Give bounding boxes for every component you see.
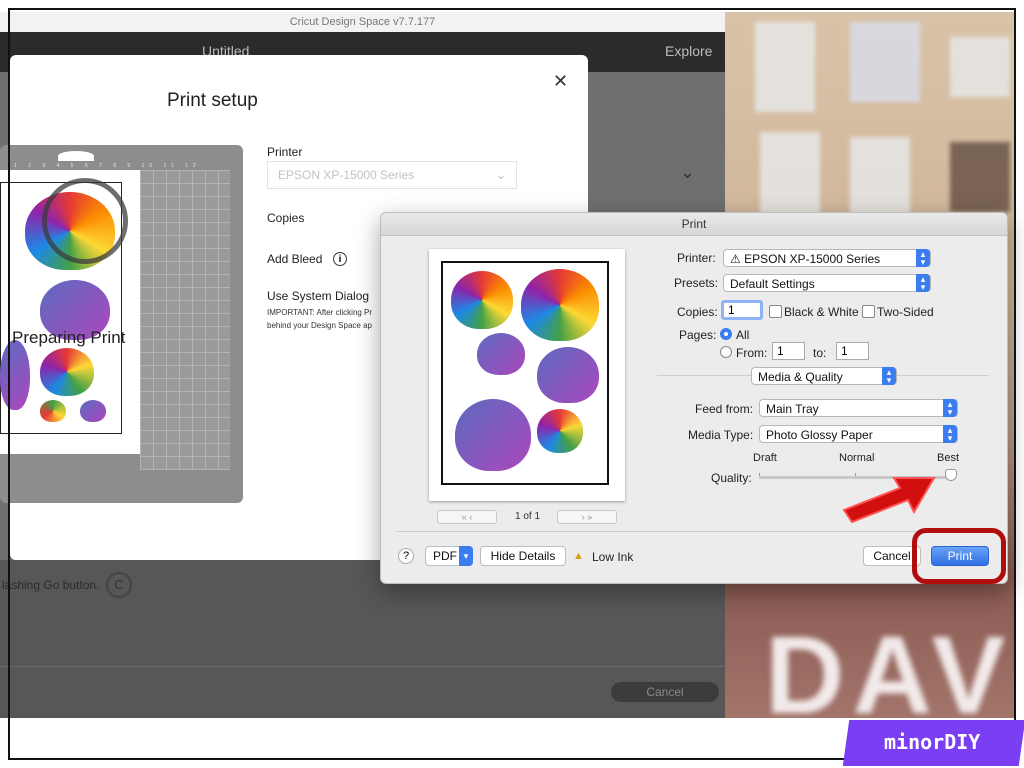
media-type-select[interactable]: Photo Glossy Paper ▴ ▾ bbox=[759, 425, 958, 443]
mat-ruler: 1 2 3 4 5 6 7 8 9 10 11 12 bbox=[14, 163, 201, 169]
updown-arrows-icon: ▴ ▾ bbox=[943, 399, 957, 417]
print-dialog-title: Print bbox=[381, 213, 1007, 236]
printer-select-value: ⚠ EPSON XP-15000 Series bbox=[730, 252, 881, 266]
feed-from-label: Feed from: bbox=[695, 402, 754, 416]
chevron-down-icon: ▾ bbox=[459, 546, 473, 566]
feed-from-value: Main Tray bbox=[766, 402, 819, 416]
to-label: to: bbox=[813, 346, 827, 360]
annotation-circle bbox=[912, 528, 1006, 584]
app-title-bar: Cricut Design Space v7.7.177 bbox=[0, 12, 725, 32]
copies-label: Copies bbox=[267, 211, 305, 225]
butterfly-image bbox=[40, 400, 66, 422]
cancel-button[interactable]: Cancel bbox=[611, 682, 719, 702]
all-pages-radio[interactable] bbox=[720, 328, 732, 340]
printer-select[interactable]: EPSON XP-15000 Series ⌄ bbox=[267, 161, 517, 189]
from-label: From: bbox=[736, 346, 768, 360]
updown-arrows-icon: ▴ ▾ bbox=[943, 425, 957, 443]
printer-select[interactable]: ⚠ EPSON XP-15000 Series ▴ ▾ bbox=[723, 249, 931, 267]
quality-label: Quality: bbox=[711, 471, 752, 485]
important-note-line2: behind your Design Space ap bbox=[267, 321, 372, 330]
loading-spinner bbox=[42, 178, 128, 264]
quality-normal-label: Normal bbox=[839, 452, 875, 464]
butterfly-image bbox=[537, 409, 583, 453]
system-dialog-label: Use System Dialog bbox=[267, 289, 370, 303]
printer-label: Printer bbox=[267, 145, 303, 159]
to-page-input[interactable]: 1 bbox=[836, 342, 869, 360]
butterfly-image bbox=[521, 269, 599, 341]
pdf-label: PDF bbox=[433, 549, 457, 563]
butterfly-image bbox=[40, 348, 94, 396]
printer-select-value: EPSON XP-15000 Series bbox=[278, 168, 415, 182]
help-icon[interactable]: ? bbox=[398, 548, 414, 564]
presets-label: Presets: bbox=[674, 276, 719, 290]
butterfly-image bbox=[477, 333, 525, 375]
divider bbox=[0, 666, 725, 667]
presets-select[interactable]: Default Settings ▴ ▾ bbox=[723, 274, 931, 292]
explore-link[interactable]: Explore bbox=[665, 43, 712, 59]
butterfly-image bbox=[0, 340, 30, 410]
mat-paper: Preparing Print bbox=[0, 170, 140, 454]
from-page-input[interactable]: 1 bbox=[772, 342, 805, 360]
presets-select-value: Default Settings bbox=[730, 277, 815, 291]
low-ink-label: Low Ink bbox=[592, 550, 634, 564]
hide-details-button[interactable]: Hide Details bbox=[480, 546, 566, 566]
quality-draft-label: Draft bbox=[753, 452, 777, 464]
updown-arrows-icon: ▴ ▾ bbox=[916, 274, 930, 292]
media-type-label: Media Type: bbox=[688, 428, 754, 442]
quality-slider-thumb[interactable] bbox=[945, 469, 957, 481]
expand-chevron-icon[interactable]: ⌄ bbox=[680, 162, 695, 183]
preparing-print-text: Preparing Print bbox=[12, 328, 126, 347]
annotation-arrow bbox=[842, 477, 936, 524]
divider bbox=[397, 531, 991, 532]
copies-label: Copies: bbox=[677, 305, 718, 319]
black-white-checkbox[interactable] bbox=[769, 305, 782, 318]
chevron-down-icon: ⌄ bbox=[495, 168, 506, 182]
two-sided-label: Two-Sided bbox=[877, 305, 934, 319]
info-icon[interactable]: i bbox=[333, 252, 347, 266]
close-icon[interactable]: ✕ bbox=[553, 71, 568, 92]
butterfly-image bbox=[455, 399, 531, 471]
updown-arrows-icon: ▴ ▾ bbox=[916, 249, 930, 267]
mat-handle bbox=[58, 151, 94, 161]
section-select-value: Media & Quality bbox=[758, 370, 843, 384]
media-type-value: Photo Glossy Paper bbox=[766, 428, 873, 442]
app-title: Cricut Design Space v7.7.177 bbox=[289, 16, 436, 28]
important-note-line1: IMPORTANT: After clicking Pr bbox=[267, 308, 373, 317]
mat-grid bbox=[140, 170, 230, 470]
butterfly-image bbox=[80, 400, 106, 422]
printer-label: Printer: bbox=[677, 251, 716, 265]
cricut-c-icon: C bbox=[106, 572, 132, 598]
section-select[interactable]: Media & Quality ▴ ▾ bbox=[751, 367, 897, 385]
quality-best-label: Best bbox=[937, 452, 960, 464]
next-page-button[interactable]: › » bbox=[557, 510, 617, 524]
warning-icon: ▲ bbox=[573, 550, 584, 562]
updown-arrows-icon: ▴ ▾ bbox=[882, 367, 896, 385]
butterfly-image bbox=[537, 347, 599, 403]
page-preview bbox=[429, 249, 625, 501]
page-range-radio[interactable] bbox=[720, 346, 732, 358]
pdf-menu-button[interactable]: PDF ▾ bbox=[425, 546, 473, 566]
two-sided-checkbox[interactable] bbox=[862, 305, 875, 318]
page-indicator: 1 of 1 bbox=[515, 511, 541, 522]
go-hint-text: lashing Go button. bbox=[2, 578, 100, 592]
print-setup-title: Print setup bbox=[167, 90, 258, 111]
feed-from-select[interactable]: Main Tray ▴ ▾ bbox=[759, 399, 958, 417]
copies-input[interactable]: 1 bbox=[721, 300, 763, 320]
butterfly-image bbox=[451, 271, 513, 329]
black-white-label: Black & White bbox=[784, 305, 859, 319]
prev-page-button[interactable]: « ‹ bbox=[437, 510, 497, 524]
all-pages-label: All bbox=[736, 328, 750, 342]
watermark-text: minorDIY bbox=[884, 730, 981, 754]
pages-label: Pages: bbox=[679, 328, 717, 342]
add-bleed-label: Add Bleed bbox=[267, 252, 323, 266]
